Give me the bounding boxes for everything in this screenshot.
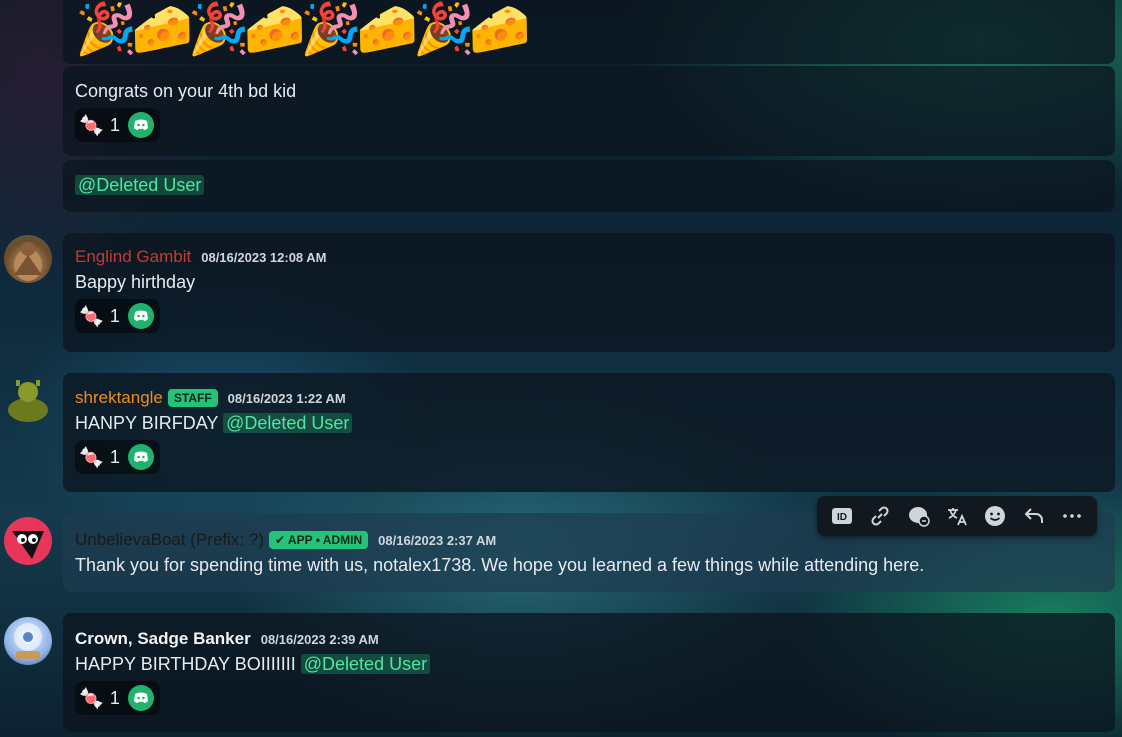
candy-icon: 🍬 (79, 687, 104, 710)
add-reaction-icon[interactable] (981, 502, 1009, 530)
candy-icon: 🍬 (79, 446, 104, 469)
reaction-candy[interactable]: 🍬 1 (75, 440, 160, 474)
author-name[interactable]: UnbelievaBoat (Prefix: ?) (75, 530, 264, 550)
reaction-count: 1 (109, 114, 120, 135)
author-name[interactable]: Englind Gambit (75, 247, 191, 267)
reaction-bar: 🍬 1 (75, 108, 1103, 142)
svg-text:ID: ID (837, 512, 847, 523)
timestamp: 08/16/2023 2:39 AM (260, 631, 379, 647)
message-text: Thank you for spending time with us, not… (75, 555, 925, 575)
avatar-shrek[interactable] (4, 376, 52, 424)
reaction-count: 1 (109, 446, 120, 467)
timestamp: 08/16/2023 2:37 AM (378, 532, 497, 548)
reaction-candy[interactable]: 🍬 1 (75, 299, 160, 333)
reaction-bar: 🍬 1 (75, 299, 1103, 333)
thread-icon[interactable] (905, 502, 933, 530)
candy-icon: 🍬 (79, 305, 104, 328)
copy-id-icon[interactable]: ID (828, 502, 856, 530)
message-action-toolbar: ID (817, 496, 1097, 536)
discord-icon (127, 685, 154, 711)
author-name[interactable]: shrektangle (75, 388, 163, 408)
avatar-englind[interactable] (4, 235, 52, 283)
timestamp: 08/16/2023 12:08 AM (201, 249, 327, 265)
user-mention[interactable]: @Deleted User (300, 654, 431, 674)
message-emoji: 🎉🧀🎉🧀🎉🧀🎉🧀 (63, 0, 1115, 64)
message-text: Bappy hirthday (75, 272, 196, 292)
app-admin-tag: ✔ APP • ADMIN (268, 531, 369, 549)
reaction-bar: 🍬 1 (75, 681, 1103, 715)
reaction-candy[interactable]: 🍬 1 (75, 681, 160, 715)
avatar-unbelievaboat[interactable] (4, 517, 52, 565)
discord-icon (127, 444, 154, 470)
message-text: Congrats on your 4th bd kid (75, 81, 297, 101)
message-text: HAPPY BIRTHDAY BOIIIIIII (75, 654, 296, 674)
timestamp: 08/16/2023 1:22 AM (227, 390, 346, 406)
reaction-candy[interactable]: 🍬 1 (75, 108, 160, 142)
reaction-count: 1 (109, 305, 120, 326)
discord-icon (127, 112, 154, 138)
more-options-icon[interactable] (1058, 502, 1086, 530)
message-mention: @Deleted User (63, 160, 1115, 212)
message-shrek: shrektangle STAFF 08/16/2023 1:22 AM HAN… (63, 373, 1115, 492)
staff-tag: STAFF (167, 389, 218, 407)
message-crown: Crown, Sadge Banker 08/16/2023 2:39 AM H… (63, 613, 1115, 732)
emoji-content: 🎉🧀🎉🧀🎉🧀🎉🧀 (75, 1, 531, 57)
user-mention[interactable]: @Deleted User (223, 413, 353, 433)
avatar-crown[interactable] (4, 617, 52, 665)
discord-icon (127, 303, 154, 329)
author-name[interactable]: Crown, Sadge Banker (75, 629, 251, 649)
reply-icon[interactable] (1020, 502, 1048, 530)
translate-icon[interactable] (943, 502, 971, 530)
reaction-bar: 🍬 1 (75, 440, 1103, 474)
message-congrats: Congrats on your 4th bd kid 🍬 1 (63, 66, 1115, 156)
user-mention[interactable]: @Deleted User (75, 175, 205, 195)
message-text: HANPY BIRFDAY (75, 413, 219, 433)
message-englind: Englind Gambit 08/16/2023 12:08 AM Bappy… (63, 233, 1115, 352)
candy-icon: 🍬 (79, 114, 104, 137)
link-icon[interactable] (866, 502, 894, 530)
reaction-count: 1 (109, 687, 120, 708)
